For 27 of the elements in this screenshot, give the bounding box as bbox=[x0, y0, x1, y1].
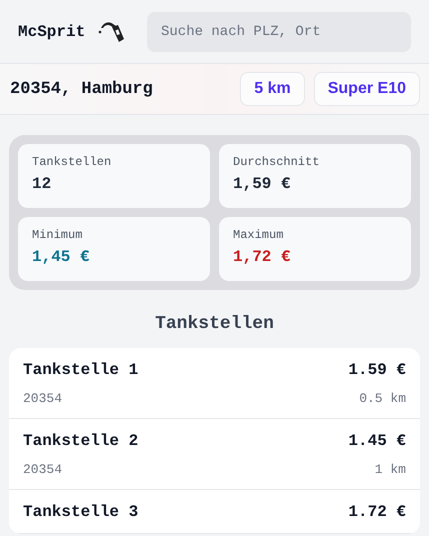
station-distance: 0.5 km bbox=[359, 391, 406, 406]
station-price: 1.45 € bbox=[348, 432, 406, 450]
search-field[interactable]: Suche nach PLZ, Ort bbox=[147, 12, 411, 52]
station-name: Tankstelle 1 bbox=[23, 361, 138, 379]
station-distance: 1 km bbox=[374, 462, 406, 477]
station-row[interactable]: Tankstelle 1 1.59 € 20354 0.5 km bbox=[9, 348, 420, 419]
location-text: 20354, Hamburg bbox=[10, 80, 153, 98]
station-postcode: 20354 bbox=[23, 391, 62, 406]
filter-button[interactable]: 5 km bbox=[240, 72, 305, 106]
station-postcode: 20354 bbox=[23, 462, 62, 477]
filter-button[interactable]: Super E10 bbox=[314, 72, 420, 106]
station-name: Tankstelle 3 bbox=[23, 503, 138, 521]
app-logo: McSprit bbox=[18, 22, 86, 40]
station-name: Tankstelle 2 bbox=[23, 432, 138, 450]
station-row[interactable]: Tankstelle 2 1.45 € 20354 1 km bbox=[9, 419, 420, 490]
stat-value: 1,72 € bbox=[233, 248, 292, 266]
stat-value: 1,59 € bbox=[233, 175, 292, 193]
station-row[interactable]: Tankstelle 3 1.72 € bbox=[9, 490, 420, 534]
stat-label: Durchschnitt bbox=[233, 155, 320, 169]
stat-label: Minimum bbox=[32, 228, 84, 242]
stat-value: 12 bbox=[32, 175, 52, 193]
stat-label: Maximum bbox=[233, 228, 284, 242]
station-price: 1.72 € bbox=[348, 503, 406, 521]
stat-label: Tankstellen bbox=[32, 155, 112, 169]
station-price: 1.59 € bbox=[348, 361, 406, 379]
stat-value: 1,45 € bbox=[32, 248, 91, 266]
section-title: Tankstellen bbox=[154, 314, 275, 334]
